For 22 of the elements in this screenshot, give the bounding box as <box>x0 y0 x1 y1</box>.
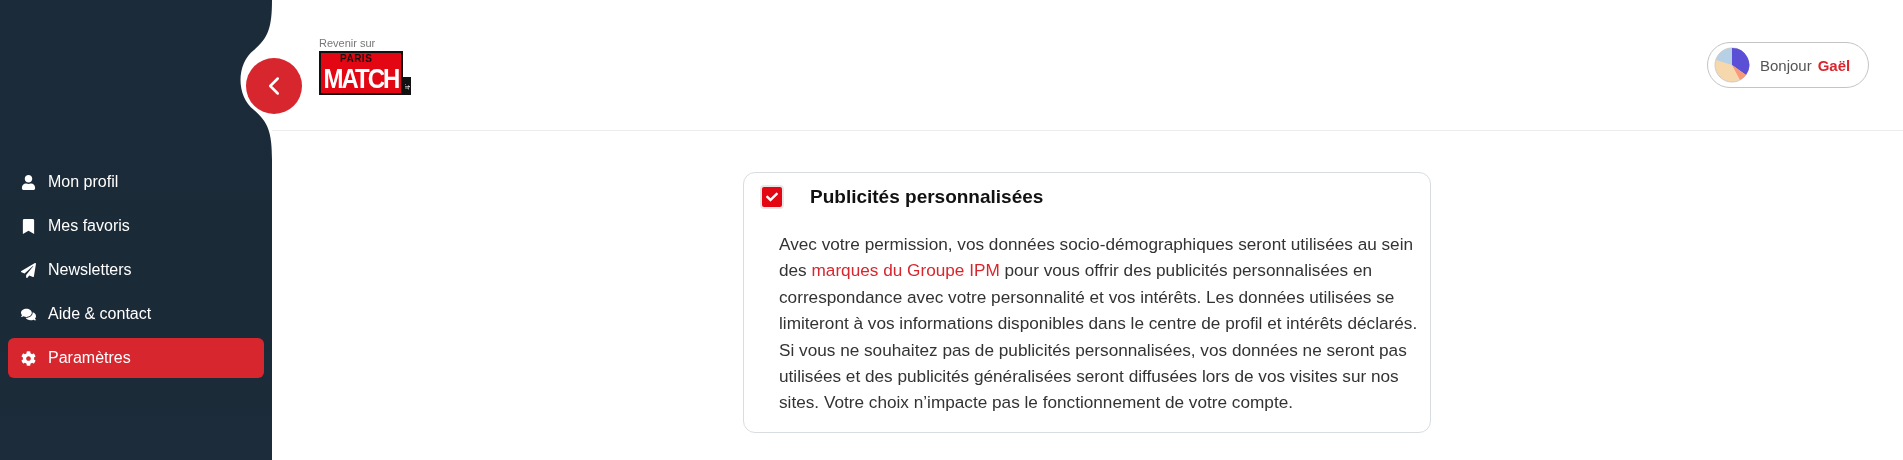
sidebar-item[interactable]: Newsletters <box>8 250 264 290</box>
logo-text: PARIS <box>340 54 373 64</box>
sidebar-item[interactable]: Mes favoris <box>8 206 264 246</box>
sidebar-item[interactable]: Mon profil <box>8 162 264 202</box>
brands-link[interactable]: marques du Groupe IPM <box>811 260 1000 281</box>
sidebar-item[interactable]: Aide & contact <box>8 294 264 334</box>
bookmark-icon <box>20 218 36 234</box>
back-label: Revenir sur <box>319 37 377 49</box>
user-icon <box>20 174 36 190</box>
settings-icon <box>20 350 36 366</box>
user-name: Gaël <box>1817 56 1851 74</box>
consent-title: Publicités personnalisées <box>810 186 1044 208</box>
checkbox[interactable] <box>760 185 784 209</box>
check-icon <box>766 191 778 203</box>
back-button[interactable] <box>246 58 302 114</box>
logo-text: MATCH <box>323 65 399 93</box>
chat-bubbles-icon <box>20 306 36 322</box>
paper-plane-icon <box>20 262 36 278</box>
consent-text: Avec votre permission, vos données socio-démographiques seront utilisées au sein des marques du Groupe IPM pour vous offrir des publicités personnalisées en correspondance avec votre personnalité et vos intérêts. Les données utilisées se limiteront à vos informations disponibles dans le centre de profil et intérêts déclarés. Si vous ne souhaitez pas de publicités personnalisées, vos données ne seront pas utilisées et des publicités généralisées seront diffusées lors de vos visites sur nos sites. Votre choix n’impacte pas le fonctionnement de votre compte. <box>779 233 1419 415</box>
sidebar-item[interactable]: Paramètres <box>8 338 264 378</box>
avatar <box>1714 47 1750 83</box>
greeting: Bonjour <box>1760 56 1812 74</box>
